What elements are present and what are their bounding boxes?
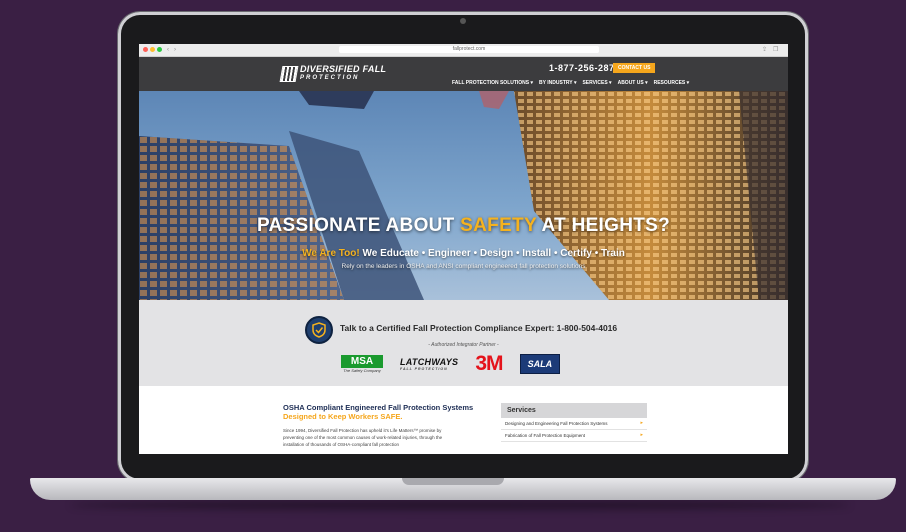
main-content: OSHA Compliant Engineered Fall Protectio…	[139, 386, 788, 454]
hero-tagline: Rely on the leaders in OSHA and ANSI com…	[341, 263, 586, 270]
site-header: DIVERSIFIED FALL PROTECTION 1-877-256-28…	[139, 57, 788, 91]
partner-label: - Authorized Integrator Partner -	[428, 342, 499, 348]
content-title: OSHA Compliant Engineered Fall Protectio…	[283, 403, 474, 412]
hero-title-accent: SAFETY	[460, 215, 537, 236]
webcam-icon	[460, 18, 466, 24]
content-body: Since 1994, Diversified Fall Protection …	[283, 428, 443, 447]
3m-logo[interactable]: 3M	[475, 352, 503, 376]
contact-us-button[interactable]: CONTACT US	[613, 63, 656, 73]
menu-about-us[interactable]: ABOUT US ▾	[618, 80, 648, 86]
hero-subtitle-rest: We Educate • Engineer • Design • Install…	[359, 248, 625, 259]
logo-mark-icon	[279, 66, 299, 82]
logo-line1: DIVERSIFIED FALL	[300, 64, 387, 74]
service-item-label: Fabrication of Fall Protection Equipment	[505, 433, 586, 438]
compliance-band: Talk to a Certified Fall Protection Comp…	[139, 300, 788, 392]
partner-logos: MSA The Safety Company LATCHWAYS FALL PRO…	[341, 352, 561, 376]
chevron-right-icon: ▸	[640, 420, 643, 426]
sala-logo[interactable]: SALA	[519, 354, 561, 374]
main-menu: FALL PROTECTION SOLUTIONS ▾ BY INDUSTRY …	[452, 80, 689, 86]
menu-services[interactable]: SERVICES ▾	[582, 80, 611, 86]
logo-text: DIVERSIFIED FALL PROTECTION	[300, 65, 386, 83]
menu-by-industry[interactable]: BY INDUSTRY ▾	[539, 80, 576, 86]
close-window-icon[interactable]	[143, 47, 148, 52]
msa-logo[interactable]: MSA The Safety Company	[341, 355, 383, 373]
content-subtitle: Designed to Keep Workers SAFE.	[283, 412, 403, 421]
site-logo[interactable]: DIVERSIFIED FALL PROTECTION	[279, 64, 386, 84]
menu-resources[interactable]: RESOURCES ▾	[654, 80, 690, 86]
services-panel: Services Designing and Engineering Fall …	[501, 403, 647, 442]
laptop-shadow	[70, 500, 850, 510]
header-phone[interactable]: 1-877-256-2870	[549, 63, 620, 73]
latchways-logo-text: LATCHWAYS	[400, 357, 459, 367]
browser-window: ‹ › fallprotect.com ⇪ ❐ DIVERSIFIED FALL…	[139, 44, 788, 454]
latchways-logo-sub: FALL PROTECTION	[400, 367, 448, 371]
hero-banner: PASSIONATE ABOUT SAFETY AT HEIGHTS? We A…	[139, 91, 788, 300]
chevron-right-icon: ▸	[640, 432, 643, 438]
forward-icon[interactable]: ›	[174, 46, 176, 54]
hero-subtitle: We Are Too! We Educate • Engineer • Desi…	[139, 248, 788, 259]
back-icon[interactable]: ‹	[167, 46, 169, 54]
browser-toolbar: ‹ › fallprotect.com ⇪ ❐	[139, 44, 788, 57]
maximize-window-icon[interactable]	[157, 47, 162, 52]
hero-subtitle-accent: We Are Too!	[302, 248, 360, 259]
share-icon[interactable]: ⇪	[762, 46, 767, 54]
laptop-notch	[402, 478, 504, 485]
logo-line2: PROTECTION	[300, 75, 360, 81]
hero-title-part2: AT HEIGHTS?	[536, 215, 671, 236]
shield-check-icon	[305, 316, 333, 344]
services-heading: Services	[501, 403, 647, 418]
service-item[interactable]: Designing and Engineering Fall Protectio…	[501, 418, 647, 430]
latchways-logo[interactable]: LATCHWAYS FALL PROTECTION	[400, 357, 458, 371]
menu-fall-protection-solutions[interactable]: FALL PROTECTION SOLUTIONS ▾	[452, 80, 533, 86]
hero-title: PASSIONATE ABOUT SAFETY AT HEIGHTS?	[139, 215, 788, 237]
compliance-expert-text[interactable]: Talk to a Certified Fall Protection Comp…	[340, 323, 617, 333]
hero-title-part1: PASSIONATE ABOUT	[256, 215, 461, 236]
service-item[interactable]: Fabrication of Fall Protection Equipment…	[501, 430, 647, 442]
service-item-label: Designing and Engineering Fall Protectio…	[505, 421, 608, 426]
tabs-icon[interactable]: ❐	[773, 46, 778, 54]
minimize-window-icon[interactable]	[150, 47, 155, 52]
address-bar[interactable]: fallprotect.com	[339, 46, 599, 53]
msa-logo-tagline: The Safety Company	[343, 368, 381, 373]
msa-logo-text: MSA	[341, 355, 383, 368]
